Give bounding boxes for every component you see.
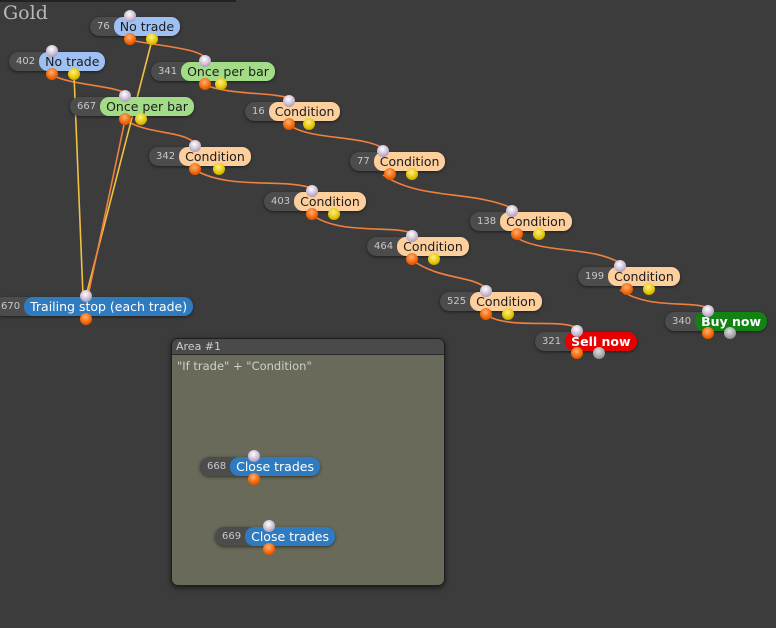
node-id: 16 [252,106,265,117]
wire-403-464 [311,214,413,234]
wire-525-321 [485,314,578,329]
node-close-trades-668[interactable]: 668 Close trades [200,457,320,476]
node-condition-342[interactable]: 342 Condition [149,147,251,166]
output-connector-icon[interactable] [511,228,523,240]
node-id: 340 [672,316,692,327]
output-connector-icon[interactable] [199,78,211,90]
node-label: No trade [113,17,181,36]
node-no-trade-76[interactable]: 76 No trade [90,17,181,36]
output-connector-icon[interactable] [119,113,131,125]
output-connector-icon[interactable] [263,543,275,555]
yes-output-icon[interactable] [643,283,655,295]
node-id: 669 [222,531,242,542]
input-connector-icon[interactable] [480,285,492,297]
output-connector-icon[interactable] [621,283,633,295]
no-output-icon[interactable] [593,347,605,359]
output-connector-icon[interactable] [702,327,714,339]
wire-667-670 [87,119,126,297]
node-label: Once per bar [100,97,194,116]
yes-output-icon[interactable] [328,208,340,220]
yes-output-icon[interactable] [135,113,147,125]
yes-output-icon[interactable] [215,78,227,90]
node-sell-now-321[interactable]: 321 Sell now [535,332,637,351]
node-close-trades-669[interactable]: 669 Close trades [215,527,335,546]
node-condition-525[interactable]: 525 Condition [440,292,542,311]
node-id: 402 [16,56,36,67]
node-no-trade-402[interactable]: 402 No trade [9,52,106,71]
input-connector-icon[interactable] [614,260,626,272]
output-connector-icon[interactable] [306,208,318,220]
input-connector-icon[interactable] [124,10,136,22]
yes-output-icon[interactable] [303,118,315,130]
node-id: 342 [156,151,176,162]
wire-138-199 [511,234,621,264]
node-id: 76 [97,21,110,32]
yes-output-icon[interactable] [406,168,418,180]
input-connector-icon[interactable] [263,520,275,532]
node-id: 670 [1,301,21,312]
output-connector-icon[interactable] [480,308,492,320]
node-id: 464 [374,241,394,252]
input-connector-icon[interactable] [571,325,583,337]
input-connector-icon[interactable] [506,205,518,217]
node-id: 199 [585,271,605,282]
input-connector-icon[interactable] [80,290,92,302]
input-connector-icon[interactable] [189,140,201,152]
output-connector-icon[interactable] [189,163,201,175]
node-buy-now-340[interactable]: 340 Buy now [665,312,768,331]
node-trailing-stop-670[interactable]: 670 Trailing stop (each trade) [0,297,194,316]
input-connector-icon[interactable] [119,90,131,102]
node-condition-138[interactable]: 138 Condition [470,212,572,231]
node-once-per-bar-667[interactable]: 667 Once per bar [70,97,194,116]
node-id: 668 [207,461,227,472]
output-connector-icon[interactable] [283,118,295,130]
input-connector-icon[interactable] [199,55,211,67]
node-id: 321 [542,336,562,347]
yes-output-icon[interactable] [68,68,80,80]
output-connector-icon[interactable] [124,33,136,45]
node-label: Once per bar [181,62,275,81]
wire-77-138 [382,174,513,209]
yes-output-icon[interactable] [533,228,545,240]
node-id: 341 [158,66,178,77]
node-id: 525 [447,296,467,307]
wire-667-342 [124,119,196,144]
input-connector-icon[interactable] [702,305,714,317]
input-connector-icon[interactable] [248,450,260,462]
node-label: Close trades [245,527,335,546]
yes-output-icon[interactable] [146,33,158,45]
yes-output-icon[interactable] [213,163,225,175]
no-output-icon[interactable] [724,327,736,339]
input-connector-icon[interactable] [283,95,295,107]
output-connector-icon[interactable] [46,68,58,80]
node-id: 77 [357,156,370,167]
input-connector-icon[interactable] [377,145,389,157]
wire-199-340 [619,289,709,309]
output-connector-icon[interactable] [384,168,396,180]
input-connector-icon[interactable] [46,45,58,57]
wire-342-403 [194,169,313,189]
output-connector-icon[interactable] [248,473,260,485]
input-connector-icon[interactable] [406,230,418,242]
node-id: 403 [271,196,291,207]
area-description: "If trade" + "Condition" [177,359,312,373]
wire-402-667 [51,74,126,94]
node-once-per-bar-341[interactable]: 341 Once per bar [151,62,275,81]
node-label: Trailing stop (each trade) [24,297,194,316]
node-id: 667 [77,101,97,112]
yes-output-icon[interactable] [502,308,514,320]
node-condition-464[interactable]: 464 Condition [367,237,469,256]
wire-464-525 [411,259,487,289]
wire-16-77 [288,124,384,149]
yes-output-icon[interactable] [428,253,440,265]
node-condition-77[interactable]: 77 Condition [350,152,446,171]
node-label: Close trades [230,457,320,476]
wire-76-341 [129,39,206,59]
output-connector-icon[interactable] [571,347,583,359]
output-connector-icon[interactable] [406,253,418,265]
node-id: 138 [477,216,497,227]
area-title: Area #1 [172,339,444,355]
output-connector-icon[interactable] [80,313,92,325]
input-connector-icon[interactable] [306,185,318,197]
